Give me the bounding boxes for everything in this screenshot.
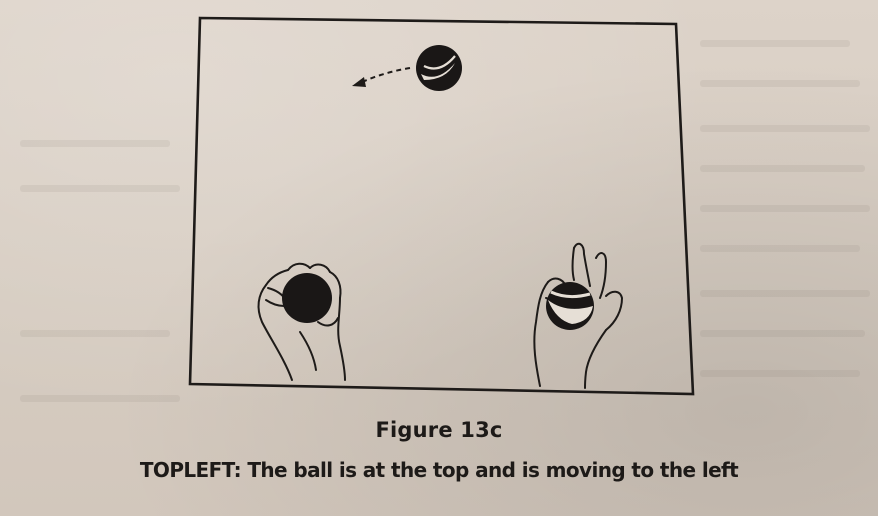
dark-ball-icon — [282, 273, 332, 323]
book-page: Figure 13c TOPLEFT: The ball is at the t… — [0, 0, 878, 516]
figure-caption: TOPLEFT: The ball is at the top and is m… — [139, 458, 739, 482]
striped-ball-icon — [546, 282, 594, 330]
figure-title: Figure 13c — [375, 418, 503, 442]
motion-arrow-icon — [352, 67, 411, 87]
ball-icon — [416, 45, 462, 91]
